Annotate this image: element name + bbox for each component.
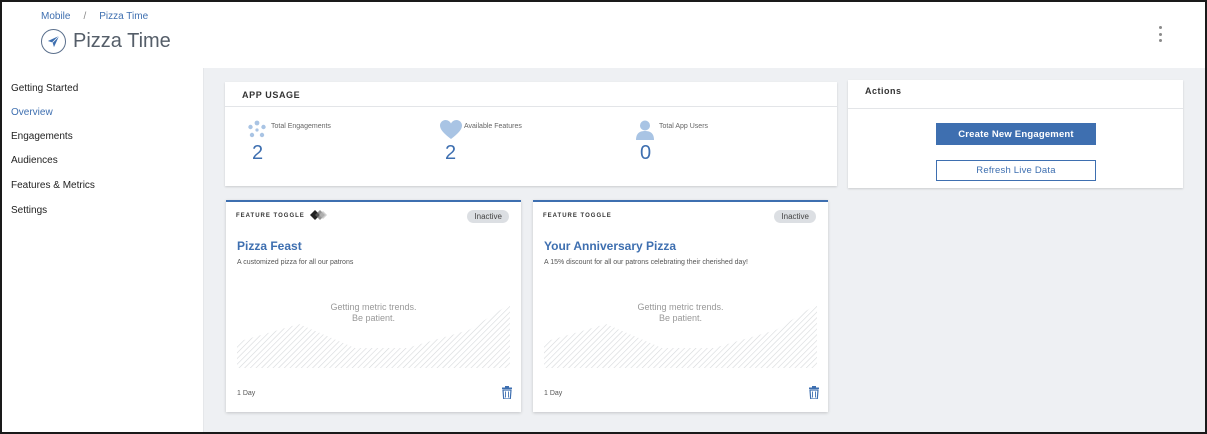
refresh-live-data-button[interactable]: Refresh Live Data [936,160,1096,181]
app-usage-title: APP USAGE [242,90,301,100]
metric-message-line: Getting metric trends. [637,302,724,312]
kebab-menu-icon[interactable] [1152,24,1168,44]
paper-plane-icon [41,29,66,54]
metric-trends-message: Getting metric trends. Be patient. [226,302,521,324]
stat-label: Total App Users [659,123,709,130]
trash-icon[interactable] [809,386,819,399]
status-badge: Inactive [467,210,509,223]
engagement-card[interactable]: FEATURE TOGGLE Inactive Your Anniversary… [533,200,828,412]
card-title[interactable]: Your Anniversary Pizza [544,239,676,253]
actions-title: Actions [865,86,902,96]
metric-trends-message: Getting metric trends. Be patient. [533,302,828,324]
create-engagement-button[interactable]: Create New Engagement [936,123,1096,145]
metric-message-line: Getting metric trends. [330,302,417,312]
stat-label: Available Features [464,123,522,130]
app-window: Mobile / Pizza Time Pizza Time Getting S… [0,0,1207,434]
stat-value: 2 [252,142,264,164]
sidebar-item-audiences[interactable]: Audiences [11,155,58,166]
stat-label: Total Engagements [271,123,331,130]
actions-panel: Actions Create New Engagement Refresh Li… [848,80,1183,188]
page-title: Pizza Time [73,30,171,52]
feature-toggle-icon [310,210,327,220]
heart-icon [440,120,462,139]
breadcrumb-separator: / [83,11,87,22]
sidebar-item-overview[interactable]: Overview [11,107,53,118]
card-title[interactable]: Pizza Feast [237,239,302,253]
sidebar-item-engagements[interactable]: Engagements [11,131,73,142]
breadcrumb: Mobile / Pizza Time [41,11,148,22]
main-content: APP USAGE Total Engagements 2 Available … [204,68,1205,432]
card-duration: 1 Day [237,390,256,397]
metric-message-line: Be patient. [658,313,703,323]
page-header: Mobile / Pizza Time Pizza Time [2,2,1205,68]
trash-icon[interactable] [502,386,512,399]
stat-value: 0 [640,142,652,164]
breadcrumb-parent-link[interactable]: Mobile [41,11,70,22]
sparkle-icon [248,120,266,138]
card-type-label: FEATURE TOGGLE [543,213,612,219]
sidebar-item-getting-started[interactable]: Getting Started [11,83,78,94]
sidebar-item-settings[interactable]: Settings [11,205,47,216]
sidebar-item-features-metrics[interactable]: Features & Metrics [11,180,95,191]
breadcrumb-current-link[interactable]: Pizza Time [99,11,148,22]
engagement-card[interactable]: FEATURE TOGGLE Inactive Pizza Feast A cu… [226,200,521,412]
card-description: A 15% discount for all our patrons celeb… [544,259,748,266]
divider [225,106,837,107]
app-usage-panel: APP USAGE Total Engagements 2 Available … [225,82,837,186]
stat-value: 2 [445,142,457,164]
divider [848,108,1183,109]
user-icon [636,120,654,140]
sidebar: Getting Started Overview Engagements Aud… [2,68,204,432]
status-badge: Inactive [774,210,816,223]
metric-message-line: Be patient. [351,313,396,323]
card-description: A customized pizza for all our patrons [237,259,354,266]
card-duration: 1 Day [544,390,563,397]
title-row: Pizza Time [41,29,171,54]
card-type-label: FEATURE TOGGLE [236,213,305,219]
